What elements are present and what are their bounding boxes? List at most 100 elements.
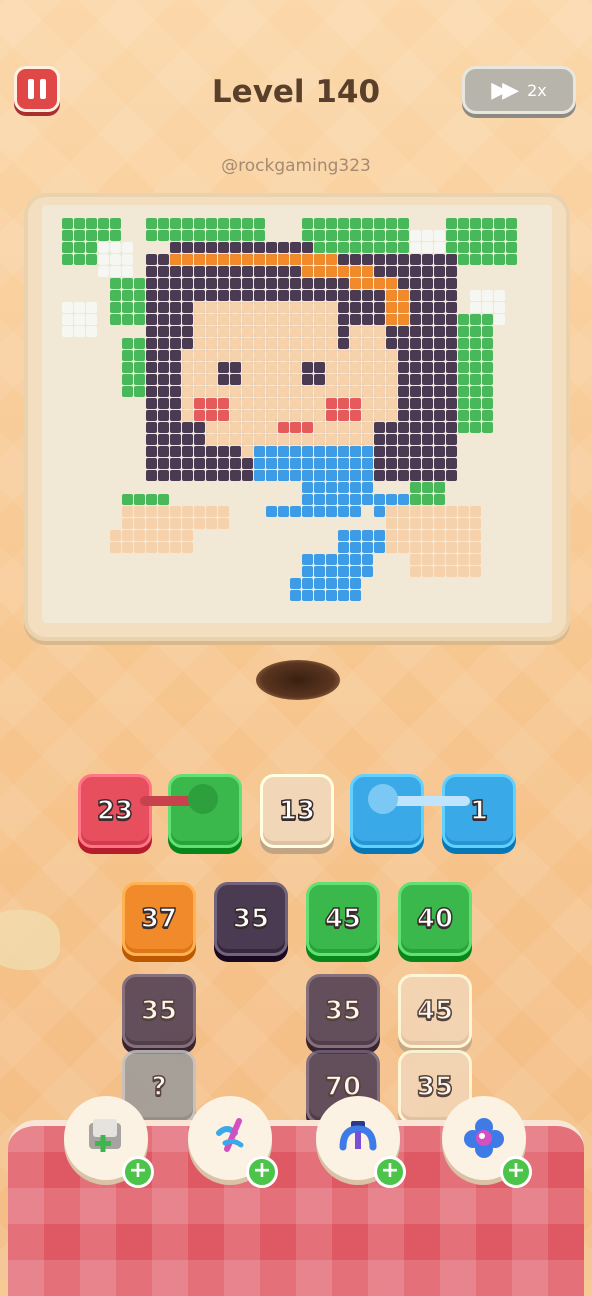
queue-tile[interactable]: 1	[442, 774, 516, 848]
pixel-cell	[398, 410, 409, 421]
pixel-cell	[314, 338, 325, 349]
pixel-cell	[338, 278, 349, 289]
pixel-cell	[434, 254, 445, 265]
pixel-cell	[410, 470, 421, 481]
pixel-cell	[386, 530, 397, 541]
grid-tile[interactable]: 45	[398, 974, 472, 1048]
pixel-cell	[314, 422, 325, 433]
pixel-cell	[338, 470, 349, 481]
grid-tile[interactable]: 35	[214, 882, 288, 956]
pixel-cell	[326, 290, 337, 301]
pixel-cell	[470, 230, 481, 241]
pixel-cell	[278, 422, 289, 433]
pixel-cell	[230, 458, 241, 469]
pixel-cell	[206, 266, 217, 277]
pixel-cell	[218, 242, 229, 253]
pixel-cell	[338, 386, 349, 397]
pixel-cell	[506, 218, 517, 229]
pixel-cell	[446, 230, 457, 241]
grid-tile[interactable]: 35	[122, 974, 196, 1048]
pixel-cell	[398, 218, 409, 229]
pixel-cell	[326, 350, 337, 361]
pixel-cell	[302, 302, 313, 313]
pixel-cell	[434, 554, 445, 565]
pixel-cell	[326, 230, 337, 241]
pixel-cell	[146, 266, 157, 277]
pixel-cell	[326, 410, 337, 421]
pixel-cell	[470, 326, 481, 337]
pixel-cell	[410, 566, 421, 577]
booster-magic-wand[interactable]: +	[188, 1096, 278, 1188]
pixel-cell	[218, 446, 229, 457]
pixel-cell	[98, 254, 109, 265]
pixel-cell	[326, 302, 337, 313]
pixel-cell	[302, 398, 313, 409]
pixel-cell	[374, 314, 385, 325]
pixel-cell	[242, 314, 253, 325]
pixel-cell	[266, 290, 277, 301]
pixel-cell	[218, 398, 229, 409]
pixel-cell	[182, 230, 193, 241]
grid-tile[interactable]: 37	[122, 882, 196, 956]
pixel-cell	[194, 314, 205, 325]
pixel-cell	[266, 302, 277, 313]
pixel-cell	[110, 254, 121, 265]
pixel-cell	[326, 482, 337, 493]
pixel-cell	[374, 398, 385, 409]
speed-toggle-button[interactable]: ▶▶ 2x	[462, 66, 576, 114]
pixel-cell	[374, 290, 385, 301]
pixel-cell	[374, 494, 385, 505]
pixel-cell	[290, 242, 301, 253]
queue-tile[interactable]: 23	[78, 774, 152, 848]
grid-tile[interactable]: 35	[306, 974, 380, 1048]
pixel-cell	[410, 242, 421, 253]
booster-add-slot[interactable]: +	[64, 1096, 154, 1188]
pixel-cell	[278, 302, 289, 313]
pixel-cell	[302, 554, 313, 565]
pixel-cell	[314, 278, 325, 289]
pixel-cell	[350, 482, 361, 493]
pixel-cell	[266, 398, 277, 409]
queue-tile[interactable]: 13	[260, 774, 334, 848]
pixel-cell	[134, 518, 145, 529]
pixel-cell	[266, 446, 277, 457]
pixel-cell	[482, 230, 493, 241]
pixel-cell	[266, 278, 277, 289]
pixel-cell	[134, 530, 145, 541]
pixel-cell	[182, 398, 193, 409]
pixel-cell	[434, 506, 445, 517]
pixel-cell	[110, 278, 121, 289]
pixel-cell	[362, 302, 373, 313]
pixel-cell	[98, 218, 109, 229]
pixel-cell	[218, 518, 229, 529]
grid-tile[interactable]: 45	[306, 882, 380, 956]
booster-magnet-claw[interactable]: +	[316, 1096, 406, 1188]
pixel-cell	[470, 566, 481, 577]
grid-tile[interactable]: 40	[398, 882, 472, 956]
pixel-cell	[386, 434, 397, 445]
pixel-cell	[194, 470, 205, 481]
pixel-cell	[110, 242, 121, 253]
pixel-cell	[290, 398, 301, 409]
pixel-cell	[338, 374, 349, 385]
pixel-cell	[194, 398, 205, 409]
pixel-cell	[182, 278, 193, 289]
pixel-cell	[110, 230, 121, 241]
booster-flower[interactable]: +	[442, 1096, 532, 1188]
pixel-cell	[146, 326, 157, 337]
pixel-cell	[458, 374, 469, 385]
pixel-cell	[158, 542, 169, 553]
pixel-cell	[326, 446, 337, 457]
pixel-cell	[254, 218, 265, 229]
pixel-cell	[266, 266, 277, 277]
pixel-cell	[482, 374, 493, 385]
pixel-cell	[146, 434, 157, 445]
pixel-cell	[362, 410, 373, 421]
pixel-cell	[446, 374, 457, 385]
pixel-cell	[422, 530, 433, 541]
pixel-cell	[446, 398, 457, 409]
pixel-cell	[386, 266, 397, 277]
pixel-cell	[218, 422, 229, 433]
pixel-cell	[242, 362, 253, 373]
pixel-cell	[206, 398, 217, 409]
